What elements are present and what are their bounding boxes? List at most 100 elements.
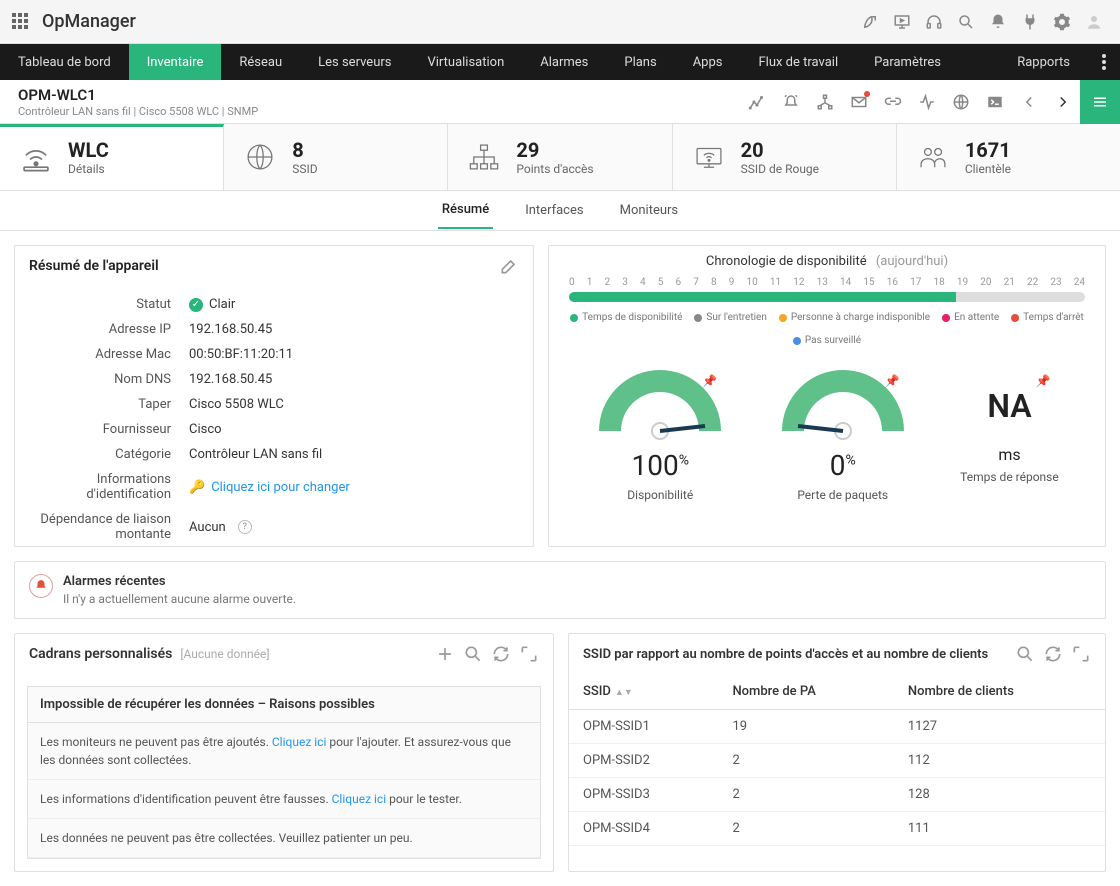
add-monitors-link[interactable]: Cliquez ici	[272, 735, 327, 749]
label: Adresse Mac	[29, 347, 189, 362]
help-icon[interactable]: ?	[238, 520, 252, 534]
chevron-right-icon[interactable]	[1046, 85, 1080, 119]
gauge-availability: 📌 100% Disponibilité	[595, 366, 725, 502]
check-icon: ✓	[189, 298, 203, 312]
error-title: Impossible de récupérer les données – Ra…	[28, 687, 540, 723]
activity-icon[interactable]	[910, 85, 944, 119]
gauge-label: Disponibilité	[595, 488, 725, 502]
expand-icon[interactable]	[1071, 644, 1091, 664]
stat-value: 20	[741, 138, 819, 162]
legend-item: Temps de disponibilité	[570, 312, 682, 323]
legend-item: Temps d'arrêt	[1011, 312, 1084, 323]
search-icon[interactable]	[463, 644, 483, 664]
col-clients[interactable]: Nombre de clients	[894, 674, 1105, 710]
table-row[interactable]: OPM-SSID1191127	[569, 710, 1105, 744]
panel-title: Résumé de l'appareil	[29, 258, 159, 274]
pin-icon[interactable]: 📌	[1036, 374, 1051, 388]
nav-settings[interactable]: Paramètres	[856, 44, 959, 80]
nav-apps[interactable]: Apps	[675, 44, 741, 80]
rocket-icon[interactable]	[856, 8, 884, 36]
device-name: OPM-WLC1	[18, 86, 258, 104]
nav-reports[interactable]: Rapports	[999, 44, 1088, 80]
tab-summary[interactable]: Résumé	[438, 192, 493, 229]
edit-icon[interactable]	[499, 256, 519, 276]
pin-icon[interactable]: 📌	[885, 374, 900, 388]
label: Taper	[29, 397, 189, 412]
timeline-bar	[569, 292, 1085, 302]
globe-outline-icon	[242, 139, 278, 175]
nav-workflow[interactable]: Flux de travail	[741, 44, 857, 80]
stat-ap[interactable]: 29Points d'accès	[448, 124, 672, 190]
timeline-hours: 0123456789101112131415161718192021222324	[569, 277, 1085, 288]
period-label: (aujourd'hui)	[876, 254, 948, 269]
monitor-wifi-icon	[691, 139, 727, 175]
stat-value: WLC	[68, 138, 109, 162]
table-row[interactable]: OPM-SSID32128	[569, 778, 1105, 812]
nav-more-icon[interactable]	[1088, 44, 1120, 80]
gauge-value: NA	[987, 387, 1031, 425]
terminal-icon[interactable]	[978, 85, 1012, 119]
label: Fournisseur	[29, 422, 189, 437]
nav-plans[interactable]: Plans	[606, 44, 674, 80]
stat-value: 29	[516, 138, 593, 162]
presentation-icon[interactable]	[888, 8, 916, 36]
stat-label: Détails	[68, 162, 109, 176]
refresh-icon[interactable]	[1043, 644, 1063, 664]
gauge-label: Temps de réponse	[960, 470, 1059, 484]
value: Cisco 5508 WLC	[189, 397, 284, 412]
availability-legend: Temps de disponibilitéSur l'entretienPer…	[549, 302, 1105, 356]
error-row: Les données ne peuvent pas être collecté…	[28, 819, 540, 858]
headset-icon[interactable]	[920, 8, 948, 36]
nav-dashboard[interactable]: Tableau de bord	[0, 44, 129, 80]
table-row[interactable]: OPM-SSID42111	[569, 812, 1105, 846]
stat-label: SSID	[292, 162, 317, 176]
stat-wlc[interactable]: WLCDétails	[0, 124, 224, 190]
mail-icon[interactable]	[842, 85, 876, 119]
topology-icon[interactable]	[808, 85, 842, 119]
value: Cisco	[189, 422, 222, 437]
apps-grid-icon[interactable]	[12, 13, 30, 31]
tab-interfaces[interactable]: Interfaces	[521, 193, 587, 228]
bell-icon[interactable]	[984, 8, 1012, 36]
globe-icon[interactable]	[944, 85, 978, 119]
plug-icon[interactable]	[1016, 8, 1044, 36]
stat-label: SSID de Rouge	[741, 162, 819, 176]
gauge-value: 100	[631, 449, 678, 482]
key-icon: 🔑	[189, 480, 205, 495]
nav-network[interactable]: Réseau	[221, 44, 300, 80]
test-credentials-link[interactable]: Cliquez ici	[332, 792, 387, 806]
link-icon[interactable]	[876, 85, 910, 119]
people-icon	[915, 139, 951, 175]
menu-toggle-button[interactable]	[1080, 80, 1120, 124]
stat-rogue[interactable]: 20SSID de Rouge	[673, 124, 897, 190]
nav-servers[interactable]: Les serveurs	[300, 44, 409, 80]
expand-icon[interactable]	[519, 644, 539, 664]
search-icon[interactable]	[952, 8, 980, 36]
subtabs: Résumé Interfaces Moniteurs	[0, 191, 1120, 231]
alarm-bell-icon[interactable]	[774, 85, 808, 119]
nav-inventory[interactable]: Inventaire	[129, 44, 222, 80]
stat-clients[interactable]: 1671Clientèle	[897, 124, 1120, 190]
change-credentials-link[interactable]: Cliquez ici pour changer	[211, 480, 350, 495]
refresh-icon[interactable]	[491, 644, 511, 664]
sort-icon: ▲▼	[615, 688, 633, 698]
nav-alarms[interactable]: Alarmes	[522, 44, 606, 80]
table-row[interactable]: OPM-SSID22112	[569, 744, 1105, 778]
label: Dépendance de liaison montante	[29, 512, 189, 542]
search-icon[interactable]	[1015, 644, 1035, 664]
stat-ssid[interactable]: 8SSID	[224, 124, 448, 190]
pin-icon[interactable]: 📌	[702, 374, 717, 388]
user-avatar-icon[interactable]	[1080, 8, 1108, 36]
plus-icon[interactable]	[435, 644, 455, 664]
topbar: OpManager	[0, 0, 1120, 44]
tab-monitors[interactable]: Moniteurs	[616, 193, 683, 228]
col-ssid[interactable]: SSID▲▼	[569, 674, 718, 710]
gear-icon[interactable]	[1048, 8, 1076, 36]
custom-dials-panel: Cadrans personnalisés [Aucune donnée] Im…	[14, 633, 554, 872]
col-pa[interactable]: Nombre de PA	[718, 674, 893, 710]
chart-icon[interactable]	[740, 85, 774, 119]
nav-virtualization[interactable]: Virtualisation	[409, 44, 522, 80]
label: Statut	[29, 297, 189, 312]
legend-item: Personne à charge indisponible	[779, 312, 930, 323]
chevron-left-icon[interactable]	[1012, 85, 1046, 119]
